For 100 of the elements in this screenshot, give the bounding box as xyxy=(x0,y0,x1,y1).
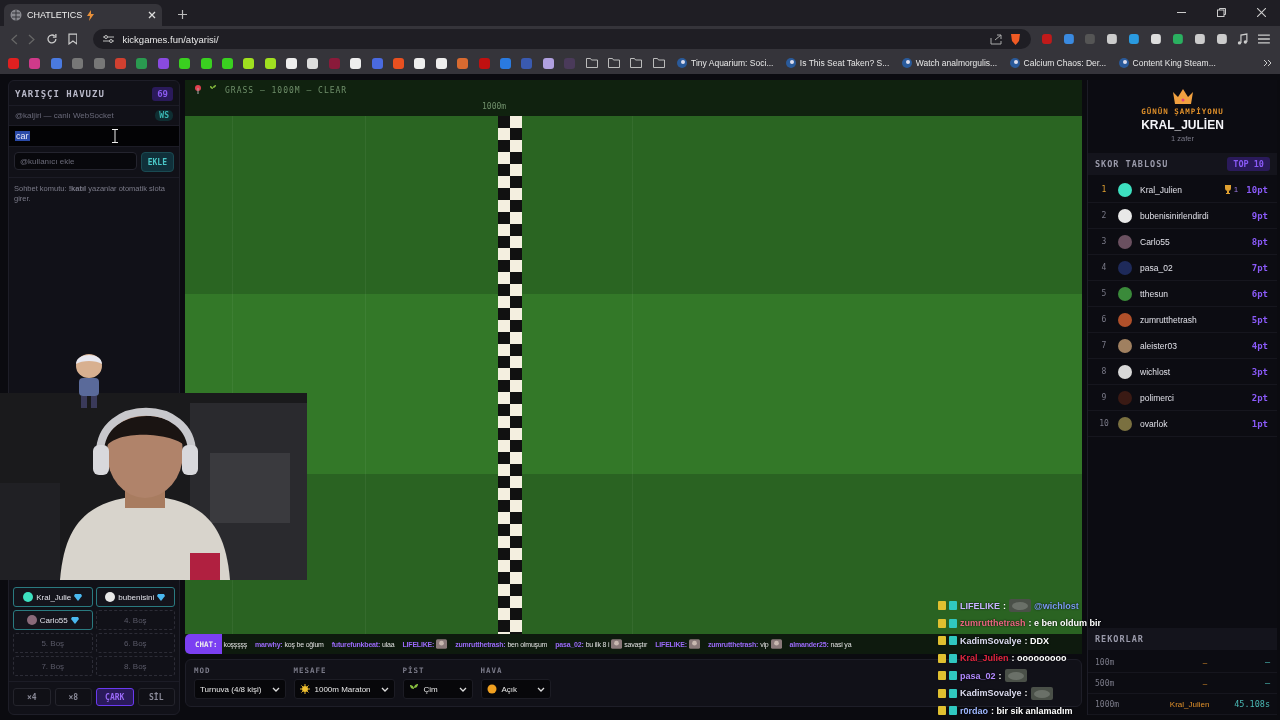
extension-icon[interactable] xyxy=(1215,33,1228,45)
site-icon[interactable] xyxy=(221,57,233,69)
chevron-icon[interactable] xyxy=(1263,59,1272,67)
chat-message: : xyxy=(1024,688,1028,699)
points: 3pt xyxy=(1251,366,1268,377)
player-name: wichlost xyxy=(1140,366,1171,377)
close-window-icon[interactable] xyxy=(1257,8,1266,17)
extension-icon[interactable] xyxy=(1150,33,1162,45)
search-field[interactable]: car xyxy=(9,126,179,147)
menu-icon[interactable] xyxy=(1258,34,1271,44)
player-name: ovarlok xyxy=(1140,418,1168,429)
folder-icon[interactable] xyxy=(630,58,643,68)
share-icon[interactable] xyxy=(989,33,1002,45)
browser-tab[interactable]: CHATLETICS xyxy=(4,4,162,26)
site-icon[interactable] xyxy=(286,57,298,69)
site-icon[interactable] xyxy=(307,57,319,69)
connection-status: @kaljiri — canlı WebSocket xyxy=(15,111,114,120)
site-icon[interactable] xyxy=(264,57,276,69)
add-button[interactable]: EKLE xyxy=(140,152,174,172)
section-title: SKOR TABLOSU xyxy=(1095,159,1169,169)
record-time: 45.108s xyxy=(1234,699,1270,709)
bookmark-item[interactable]: Watch analmorgulis... xyxy=(901,58,998,68)
player-name: polimerci xyxy=(1140,392,1174,403)
bookmark-item[interactable]: Content King Steam... xyxy=(1118,58,1216,68)
extension-icon[interactable] xyxy=(1106,33,1119,45)
chat-message: : ooooooooo xyxy=(1011,653,1067,664)
extension-icon[interactable] xyxy=(1171,33,1184,45)
folder-icon[interactable] xyxy=(607,58,620,68)
site-icon xyxy=(1009,58,1020,68)
site-icon[interactable] xyxy=(414,57,426,69)
slot-action-button[interactable]: ÇARK xyxy=(96,688,134,706)
emote-icon xyxy=(1004,669,1027,683)
points: 10pt xyxy=(1246,184,1268,195)
record-time: – xyxy=(1264,678,1270,688)
reload-icon[interactable] xyxy=(45,33,58,45)
rank-number: 2 xyxy=(1100,211,1108,220)
extension-icon[interactable] xyxy=(1193,33,1206,45)
music-icon[interactable] xyxy=(1237,33,1249,45)
tab-title: CHATLETICS xyxy=(27,10,83,20)
rank-number: 3 xyxy=(1100,237,1108,246)
track-info: GRASS — 1000M — CLEAR xyxy=(225,86,348,95)
new-tab-icon[interactable] xyxy=(178,10,187,19)
rank-number: 7 xyxy=(1100,341,1108,350)
record-holder: – xyxy=(1201,678,1209,688)
chevron-down-icon xyxy=(380,686,389,692)
player-name: zumrutthetrash xyxy=(1140,314,1197,325)
win-count: 1 xyxy=(1233,185,1239,194)
text-cursor-icon xyxy=(112,129,118,143)
setting-dropdown[interactable]: Açık xyxy=(480,679,551,699)
site-settings-icon[interactable] xyxy=(103,34,115,44)
close-icon[interactable] xyxy=(148,11,156,19)
site-icon xyxy=(1118,58,1129,68)
username-field[interactable]: @kullanıcı ekle xyxy=(14,152,137,170)
setting-dropdown[interactable]: 1000m Maraton xyxy=(293,679,395,699)
player-name: bubenisinirlendirdi xyxy=(1140,210,1209,221)
bookmark-item[interactable]: Is This Seat Taken? S... xyxy=(785,58,890,68)
chat-message: : xyxy=(998,670,1002,681)
address-bar[interactable]: kickgames.fun/atyarisi/ xyxy=(93,29,1031,49)
folder-icon[interactable] xyxy=(585,58,598,68)
slot-action-button[interactable]: ×8 xyxy=(54,688,92,706)
bookmark-item[interactable]: Calcium Chaos: Der... xyxy=(1009,58,1107,68)
restore-icon[interactable] xyxy=(1217,8,1226,17)
slot-action-button[interactable]: SİL xyxy=(137,688,175,706)
top-badge: TOP 10 xyxy=(1227,157,1270,171)
sun-icon xyxy=(486,684,497,694)
site-icon[interactable] xyxy=(542,57,554,69)
racer-slot[interactable]: Carlo55 xyxy=(13,610,93,630)
site-icon[interactable] xyxy=(435,57,447,69)
chat-message: : bir sik anlamadım xyxy=(991,705,1073,716)
section-title: REKORLAR xyxy=(1095,634,1144,644)
folder-icon[interactable] xyxy=(652,58,665,68)
racer-slot[interactable]: Kral_Julie xyxy=(13,587,93,607)
site-icon[interactable] xyxy=(179,57,191,69)
diamond-icon xyxy=(74,593,83,601)
chevron-down-icon xyxy=(271,686,280,692)
chat-username: KadimSovalye xyxy=(960,635,1022,646)
rank-number: 8 xyxy=(1100,367,1108,376)
rank-number: 9 xyxy=(1100,393,1108,402)
chat-message: : e ben oldum bir xyxy=(1028,618,1102,629)
globe-icon xyxy=(10,9,22,21)
finish-label: 1000m xyxy=(482,102,507,111)
diamond-icon xyxy=(157,593,166,601)
bookmark-icon[interactable] xyxy=(67,33,78,45)
setting-dropdown[interactable]: Çim xyxy=(402,679,473,699)
player-name: pasa_02 xyxy=(1140,262,1173,273)
racer-slot[interactable]: bubenisini xyxy=(95,587,175,607)
site-icon[interactable] xyxy=(350,57,362,69)
bookmark-item[interactable]: Tiny Aquarium: Soci... xyxy=(677,58,774,68)
setting-dropdown[interactable]: Turnuva (4/8 kişi) xyxy=(194,679,286,699)
site-icon xyxy=(901,58,912,68)
pin-icon xyxy=(195,85,201,94)
rank-number: 4 xyxy=(1100,263,1108,272)
site-icon[interactable] xyxy=(200,57,212,69)
points: 1pt xyxy=(1251,418,1268,429)
player-name: Carlo55 xyxy=(1140,236,1170,247)
extension-icon[interactable] xyxy=(1128,33,1140,45)
points: 6pt xyxy=(1251,288,1268,299)
site-icon[interactable] xyxy=(243,57,255,69)
slot-action-button[interactable]: ×4 xyxy=(13,688,51,706)
points: 5pt xyxy=(1251,314,1268,325)
